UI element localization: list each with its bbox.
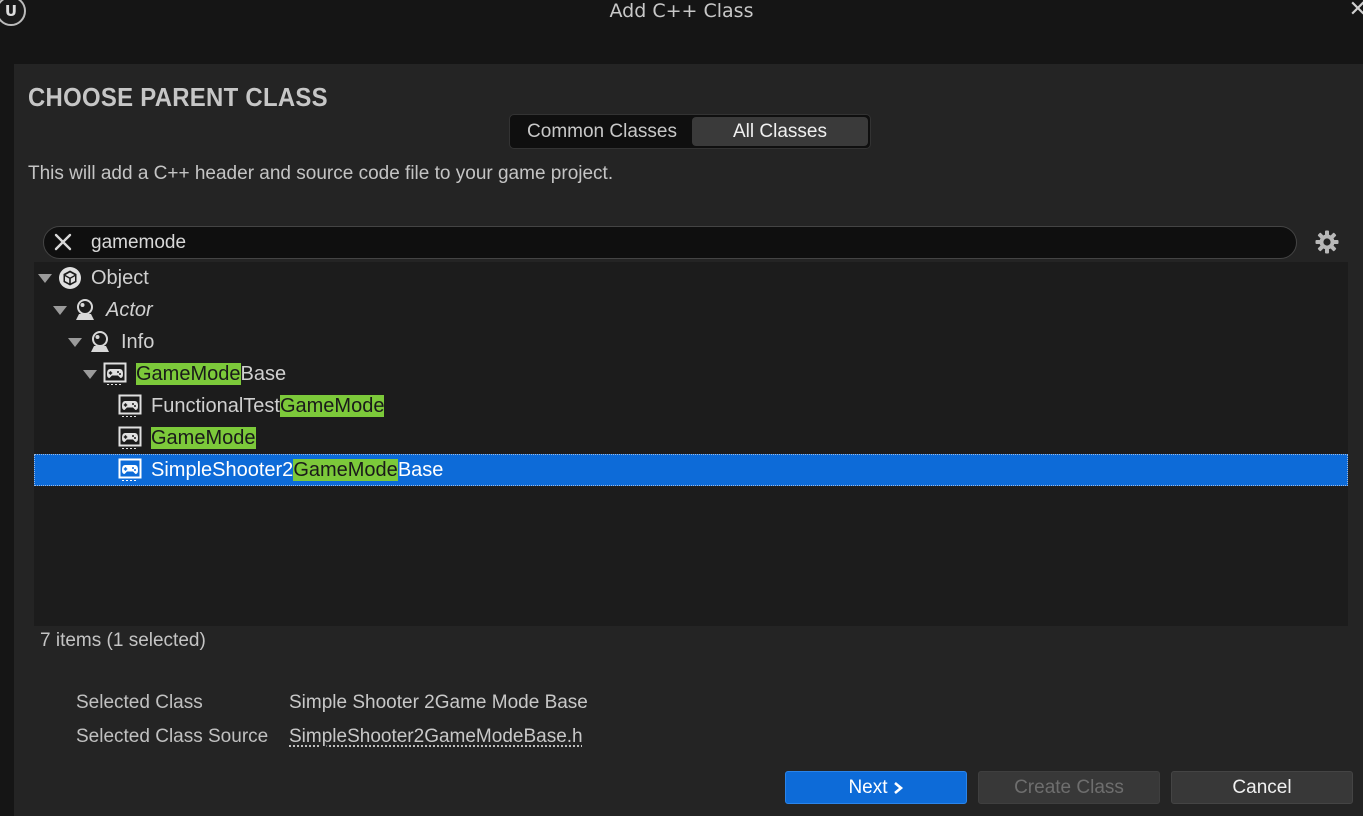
window-title: Add C++ Class <box>609 0 754 22</box>
create-class-button[interactable]: Create Class <box>978 771 1160 804</box>
clear-search-icon[interactable] <box>52 231 74 253</box>
search-match-highlight: GameMode <box>279 395 385 417</box>
search-match-highlight: GameMode <box>293 459 398 481</box>
next-button[interactable]: Next <box>785 771 967 804</box>
selected-source-label: Selected Class Source <box>76 726 269 747</box>
tree-item-label: Object <box>91 267 149 289</box>
gear-icon[interactable] <box>1314 229 1340 255</box>
expand-arrow-icon[interactable] <box>53 306 67 315</box>
tree-item-label: GameModeBase <box>136 363 287 385</box>
tab-common-classes[interactable]: Common Classes <box>512 117 692 146</box>
tree-item-label: SimpleShooter2GameModeBase <box>151 459 444 481</box>
gamepad-icon <box>118 394 142 417</box>
search-match-highlight: GameMode <box>151 427 256 449</box>
selected-class-label: Selected Class <box>76 692 203 713</box>
tree-row-gamemode[interactable]: GameMode <box>34 422 1348 454</box>
actor-pawn-icon <box>76 299 94 320</box>
tree-row-object[interactable]: Object <box>34 262 1348 294</box>
next-button-label: Next <box>848 776 888 798</box>
tree-item-label: FunctionalTestGameMode <box>151 395 385 417</box>
search-match-highlight: GameMode <box>136 363 241 385</box>
tree-row-functionaltestgamemode[interactable]: FunctionalTestGameMode <box>34 390 1348 422</box>
tree-item-label: Info <box>121 331 155 353</box>
tree-row-simpleshooter2gamemodebase[interactable]: SimpleShooter2GameModeBase <box>34 454 1348 486</box>
cancel-button[interactable]: Cancel <box>1171 771 1353 804</box>
gamepad-icon <box>103 362 127 385</box>
expand-arrow-icon[interactable] <box>38 274 52 283</box>
gamepad-icon <box>118 426 142 449</box>
search-input[interactable] <box>91 229 1271 256</box>
expand-arrow-icon[interactable] <box>83 370 97 379</box>
tab-all-classes[interactable]: All Classes <box>692 117 868 146</box>
class-tree: Object Actor Info GameModeBase Functiona… <box>34 262 1348 626</box>
chevron-right-icon <box>893 781 903 794</box>
selected-source-link[interactable]: SimpleShooter2GameModeBase.h <box>289 726 583 748</box>
item-count: 7 items (1 selected) <box>40 630 206 651</box>
close-icon[interactable]: ✕ <box>1349 0 1363 22</box>
selected-class-value: Simple Shooter 2Game Mode Base <box>289 692 588 713</box>
page-title: CHOOSE PARENT CLASS <box>28 82 328 112</box>
actor-pawn-icon <box>91 331 109 352</box>
search-box <box>43 226 1297 259</box>
tree-row-info[interactable]: Info <box>34 326 1348 358</box>
tree-item-label: GameMode <box>151 426 256 450</box>
expand-arrow-icon[interactable] <box>68 338 82 347</box>
tree-row-gamemodebase[interactable]: GameModeBase <box>34 358 1348 390</box>
tree-row-actor[interactable]: Actor <box>34 294 1348 326</box>
description-text: This will add a C++ header and source co… <box>28 163 614 184</box>
gamepad-icon <box>118 458 142 481</box>
title-bar: U Add C++ Class ✕ <box>0 0 1363 64</box>
class-view-toggle: Common Classes All Classes <box>509 114 871 149</box>
tree-item-label: Actor <box>106 299 153 321</box>
object-cube-icon <box>59 267 81 289</box>
